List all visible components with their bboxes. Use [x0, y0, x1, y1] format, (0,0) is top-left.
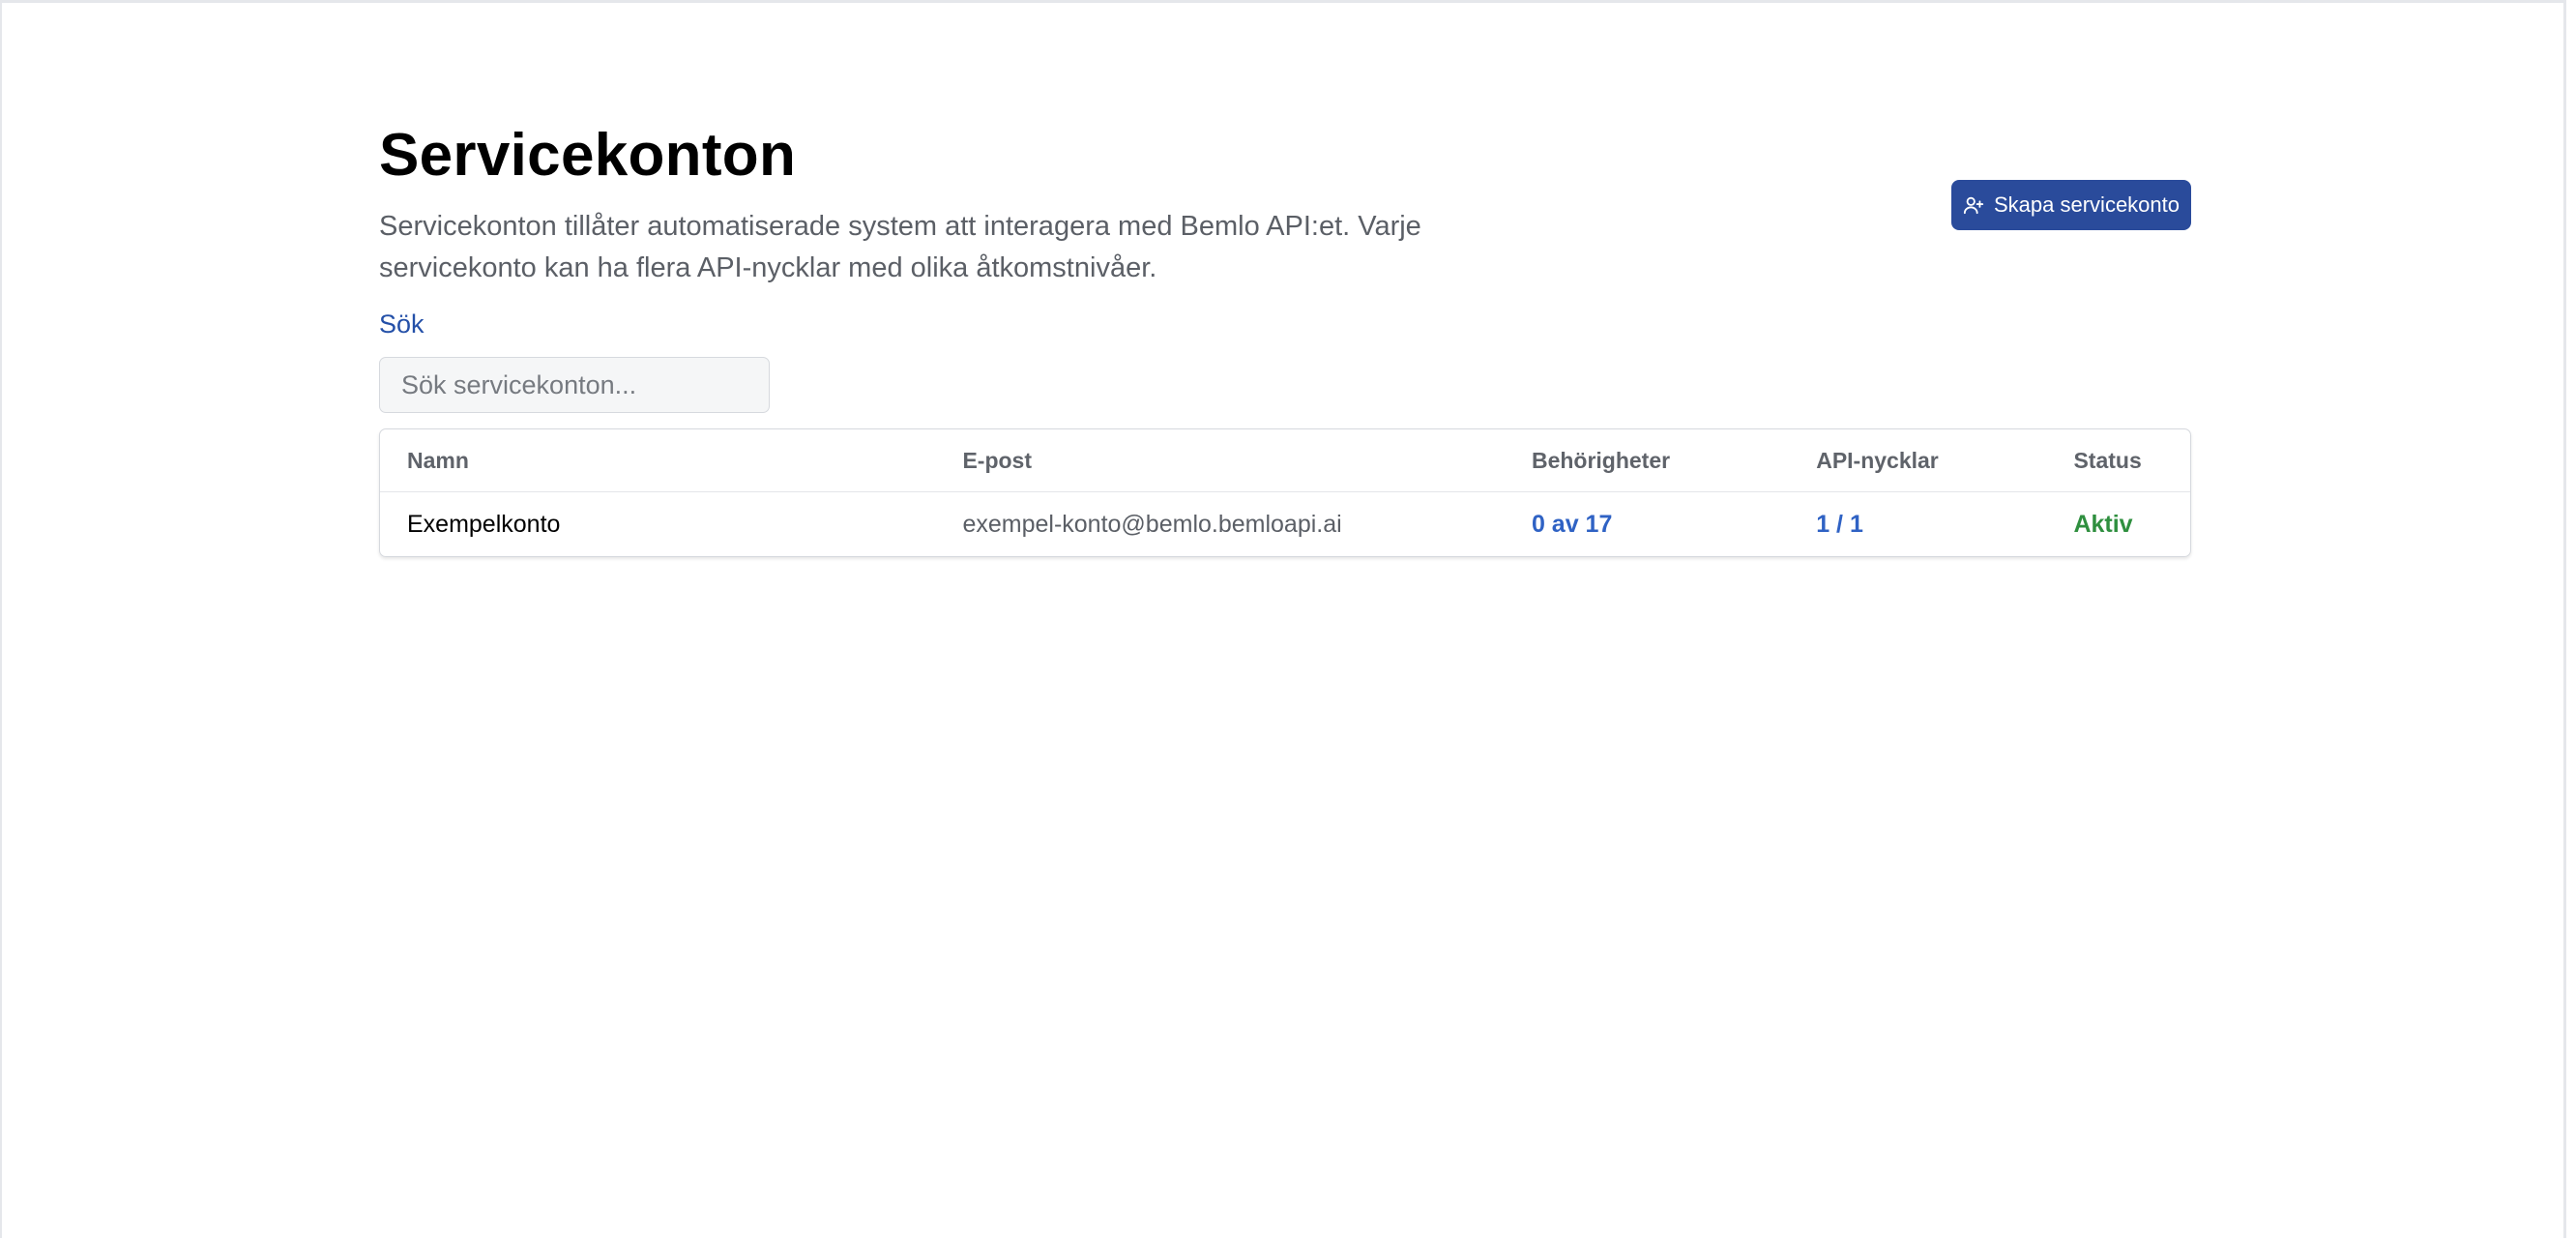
column-header-email: E-post: [935, 429, 1505, 492]
cell-api-keys-link[interactable]: 1 / 1: [1789, 492, 2073, 557]
page-description: Servicekonton tillåter automatiserade sy…: [379, 211, 1421, 283]
cell-name[interactable]: Exempelkonto: [380, 492, 935, 557]
create-service-account-button[interactable]: Skapa servicekonto: [1951, 180, 2191, 230]
table-header-row: Namn E-post Behörigheter API-nycklar Sta…: [380, 429, 2190, 492]
column-header-status: Status: [2073, 429, 2190, 492]
cell-email: exempel-konto@bemlo.bemloapi.ai: [962, 510, 1342, 538]
service-accounts-table: Namn E-post Behörigheter API-nycklar Sta…: [379, 428, 2191, 557]
search-label: Sök: [379, 310, 424, 339]
column-header-api-keys: API-nycklar: [1789, 429, 2074, 492]
table-row[interactable]: Exempelkonto exempel-konto@bemlo.bemloap…: [380, 492, 2190, 557]
search-input[interactable]: [379, 357, 770, 413]
cell-permissions-link[interactable]: 0 av 17: [1505, 492, 1789, 557]
column-header-permissions: Behörigheter: [1504, 429, 1790, 492]
main-content: Servicekonton Servicekonton tillåter aut…: [379, 117, 2191, 557]
column-header-name: Namn: [380, 429, 936, 492]
create-button-label: Skapa servicekonto: [1994, 192, 2180, 217]
app-frame: Servicekonton Servicekonton tillåter aut…: [0, 0, 2566, 1238]
status-badge: Aktiv: [2073, 510, 2133, 538]
user-plus-icon: [1963, 194, 1984, 216]
page-title: Servicekonton: [379, 122, 797, 189]
